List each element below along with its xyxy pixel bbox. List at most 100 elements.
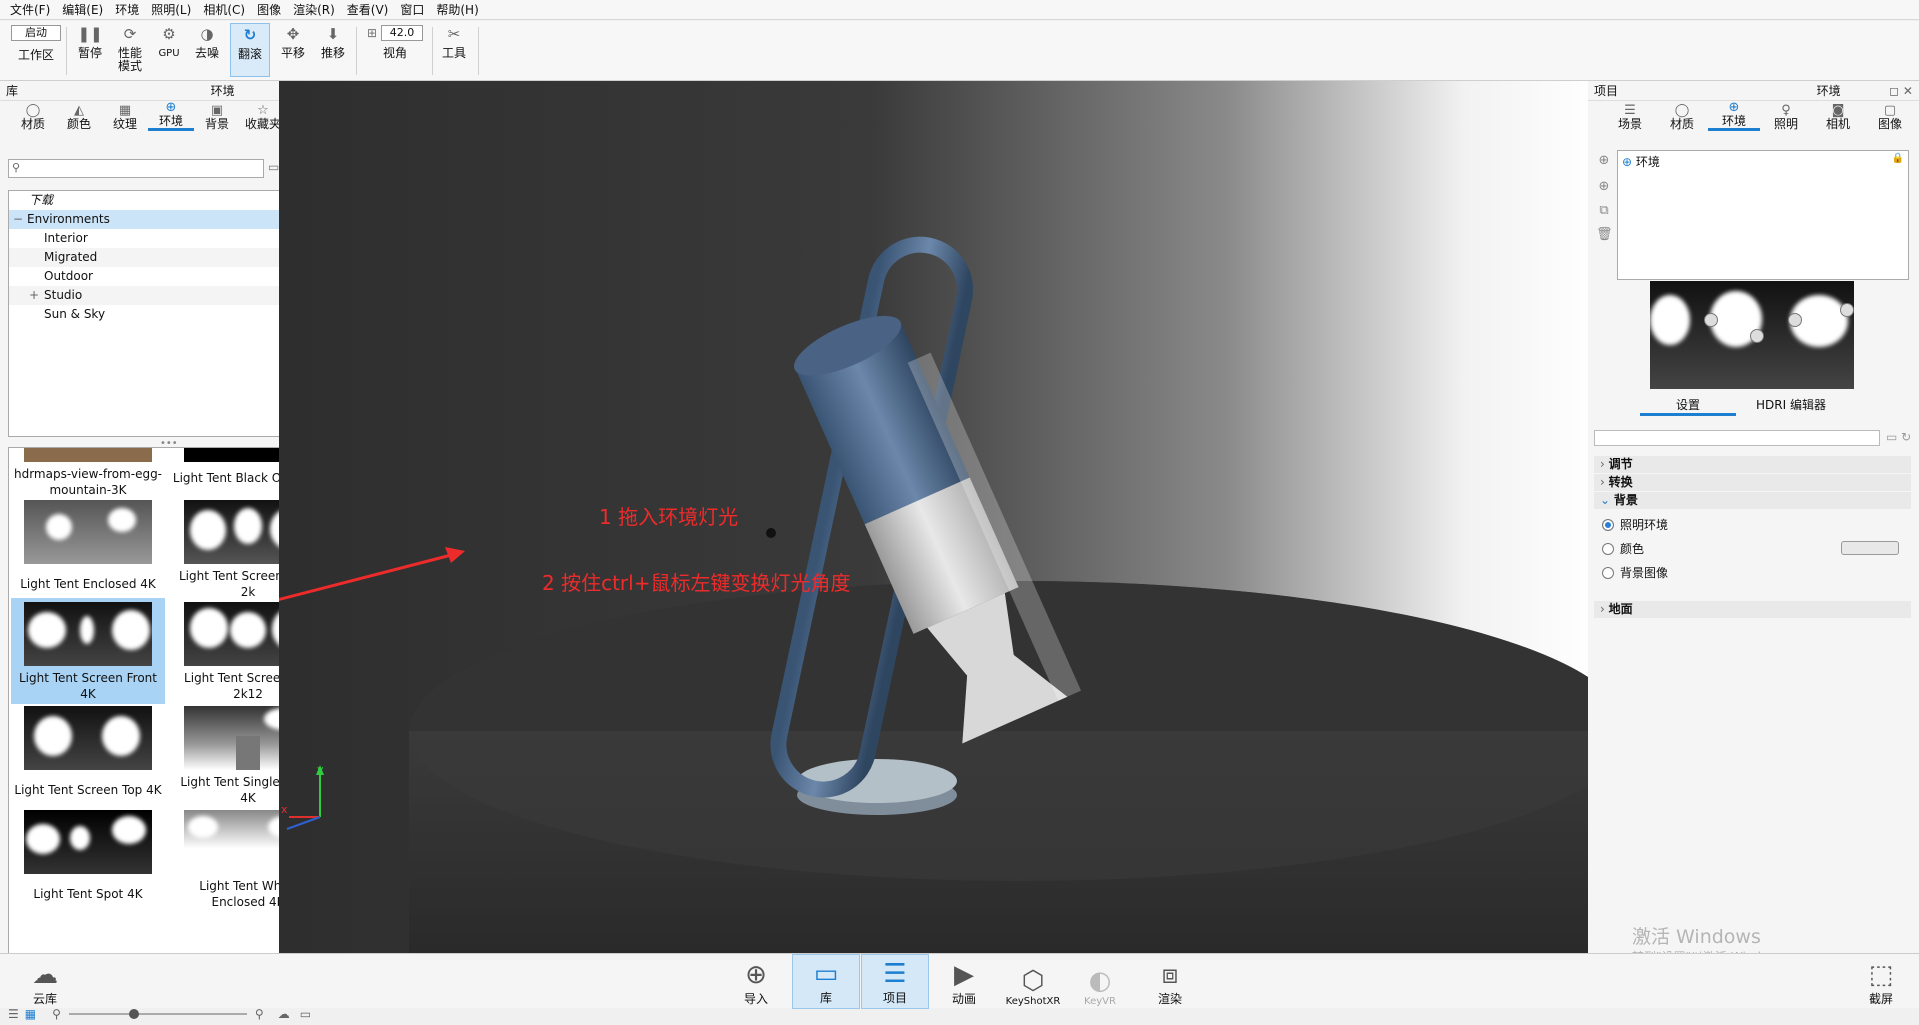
performance-label: 性能 模式: [117, 46, 142, 73]
tab-environment[interactable]: ⊕ 环境: [1708, 100, 1760, 131]
pause-button[interactable]: ❚❚ 暂停: [72, 25, 108, 60]
tab-textures[interactable]: ▦ 纹理: [102, 103, 148, 131]
menu-image[interactable]: 图像: [251, 1, 287, 18]
tab-environments[interactable]: ⊕ 环境: [148, 100, 194, 131]
dolly-button[interactable]: ⬇ 推移: [316, 25, 350, 60]
thumb-item[interactable]: Light Tent Enclosed 4K: [11, 500, 165, 592]
denoise-button[interactable]: ◑ 去噪: [190, 25, 224, 60]
tab-scene[interactable]: ☰ 场景: [1604, 103, 1656, 131]
environment-list: ⊕ 环境 🔒: [1617, 150, 1909, 280]
performance-mode-button[interactable]: ⟳ 性能 模式: [112, 25, 148, 73]
project-title: 环境: [1816, 84, 1841, 98]
tumble-button[interactable]: ↻ 翻滚: [230, 23, 270, 77]
tab-material[interactable]: ◯ 材质: [1656, 103, 1708, 131]
section-transform[interactable]: › 转换: [1594, 474, 1911, 491]
hdri-preview[interactable]: [1650, 281, 1854, 389]
cloud-upload-icon[interactable]: ☁: [278, 1007, 290, 1021]
screenshot-button[interactable]: ⬚ 截屏: [1855, 954, 1907, 1009]
menu-help[interactable]: 帮助(H): [430, 1, 484, 18]
menu-file[interactable]: 文件(F): [4, 1, 56, 18]
menu-view[interactable]: 查看(V): [341, 1, 395, 18]
pause-icon: ❚❚: [77, 24, 103, 43]
search-icon: ⚲: [12, 161, 21, 174]
duplicate-icon[interactable]: ⧉: [1596, 203, 1612, 219]
tab-backgrounds[interactable]: ▣ 背景: [194, 103, 240, 131]
tools-button[interactable]: ✂ 工具: [438, 25, 470, 60]
radio-color[interactable]: 颜色: [1602, 540, 1644, 557]
thumbnail-size-slider[interactable]: [68, 1009, 247, 1019]
section-ground[interactable]: › 地面: [1594, 601, 1911, 618]
radio-lighting-environment[interactable]: 照明环境: [1602, 516, 1668, 533]
render-viewport[interactable]: 1 拖入环境灯光 2 按住ctrl+鼠标左键变换灯光角度 y x: [279, 81, 1596, 953]
section-adjust[interactable]: › 调节: [1594, 456, 1911, 473]
axis-x-label: x: [281, 803, 288, 816]
bottom-bar: ☁ 云库 ⊕ 导入 ▭ 库 ☰ 项目 ▶ 动画 ⬡ KeyShotXR ◐ KeyVR ⧈ 渲染…: [0, 953, 1919, 1009]
tab-materials[interactable]: ◯ 材质: [10, 103, 56, 131]
gpu-icon: ⚙: [162, 24, 176, 43]
activate-windows-title: 激活 Windows: [1632, 926, 1761, 948]
subtab-hdri-editor[interactable]: HDRI 编辑器: [1736, 396, 1846, 416]
thumb-item[interactable]: Light Tent Screen Top 4K: [11, 706, 165, 798]
import-button[interactable]: ⊕ 导入: [730, 954, 782, 1009]
menu-environment[interactable]: 环境: [109, 1, 145, 18]
denoise-label: 去噪: [194, 46, 219, 60]
performance-icon: ⟳: [123, 24, 137, 43]
menu-render[interactable]: 渲染(R): [287, 1, 341, 18]
gpu-button[interactable]: ⚙ GPU: [154, 25, 184, 60]
library-button[interactable]: ▭ 库: [792, 954, 860, 1009]
scene-icon: ☰: [1624, 103, 1636, 118]
animation-button[interactable]: ▶ 动画: [938, 954, 990, 1009]
menu-window[interactable]: 窗口: [394, 1, 430, 18]
subtab-settings[interactable]: 设置: [1640, 396, 1736, 416]
menu-edit[interactable]: 编辑(E): [56, 1, 109, 18]
folder-icon[interactable]: ▭: [300, 1007, 311, 1021]
texture-icon: ▦: [118, 103, 132, 118]
tab-lighting[interactable]: ♀ 照明: [1760, 103, 1812, 131]
tab-colors[interactable]: ◭ 颜色: [56, 103, 102, 131]
workspace-select[interactable]: 启动: [11, 25, 61, 41]
tumble-icon: ↻: [243, 25, 257, 44]
project-button[interactable]: ☰ 项目: [861, 954, 929, 1009]
thumb-item[interactable]: Light Tent Spot 4K: [11, 810, 165, 902]
add-environment-icon[interactable]: ⊕: [1596, 153, 1612, 169]
render-button[interactable]: ⧈ 渲染: [1144, 954, 1196, 1009]
environment-file-input[interactable]: [1594, 430, 1880, 446]
globe-settings-icon[interactable]: ⊕: [1596, 179, 1612, 195]
radio-background-image[interactable]: 背景图像: [1602, 564, 1668, 581]
list-view-icon[interactable]: ☰: [8, 1007, 19, 1021]
thumb-item[interactable]: hdrmaps-view-from-egg-mountain-3K: [11, 448, 165, 498]
import-icon: ⊕: [745, 960, 767, 990]
thumb-label: hdrmaps-view-from-egg-mountain-3K: [13, 467, 163, 497]
library-title: 环境: [210, 84, 235, 98]
workspace-label: 工作区: [17, 48, 54, 62]
project-tabs: ☰ 场景 ◯ 材质 ⊕ 环境 ♀ 照明 ◙ 相机 ▢ 图像: [1588, 100, 1919, 131]
delete-icon[interactable]: 🗑: [1596, 227, 1613, 243]
zoom-in-icon[interactable]: ⚲: [255, 1007, 264, 1021]
keyshotxr-button[interactable]: ⬡ KeyShotXR: [1000, 954, 1066, 1009]
tools-icon: ✂: [447, 24, 461, 43]
panel-controls[interactable]: ◻ ✕: [1889, 84, 1913, 98]
globe-icon: ⊕: [1728, 100, 1740, 115]
library-search-input[interactable]: ⚲: [8, 159, 264, 178]
dolly-icon: ⬇: [326, 24, 340, 43]
fov-input[interactable]: 42.0: [381, 25, 424, 41]
environment-list-item[interactable]: ⊕ 环境 🔒: [1618, 151, 1908, 172]
section-background[interactable]: ⌄ 背景: [1594, 492, 1911, 509]
pan-label: 平移: [280, 46, 305, 60]
lock-icon: 🔒: [1891, 153, 1904, 164]
keyvr-button[interactable]: ◐ KeyVR: [1074, 954, 1126, 1009]
menu-lighting[interactable]: 照明(L): [145, 1, 197, 18]
zoom-out-icon[interactable]: ⚲: [52, 1007, 61, 1021]
folder-reload-icon[interactable]: ▭ ↻: [1886, 430, 1911, 444]
thumb-label: Light Tent Screen Front 4K: [19, 671, 157, 701]
background-color-swatch[interactable]: [1841, 541, 1899, 555]
pan-icon: ✥: [286, 24, 300, 43]
menu-camera[interactable]: 相机(C): [197, 1, 251, 18]
tab-image[interactable]: ▢ 图像: [1864, 103, 1916, 131]
pan-button[interactable]: ✥ 平移: [276, 25, 310, 60]
tab-camera[interactable]: ◙ 相机: [1812, 103, 1864, 131]
thumb-item-selected[interactable]: Light Tent Screen Front 4K: [11, 598, 165, 704]
globe-icon: ⊕: [165, 100, 177, 115]
grid-view-icon[interactable]: ▦: [25, 1007, 36, 1021]
cloud-library-button[interactable]: ☁ 云库: [20, 954, 70, 1009]
